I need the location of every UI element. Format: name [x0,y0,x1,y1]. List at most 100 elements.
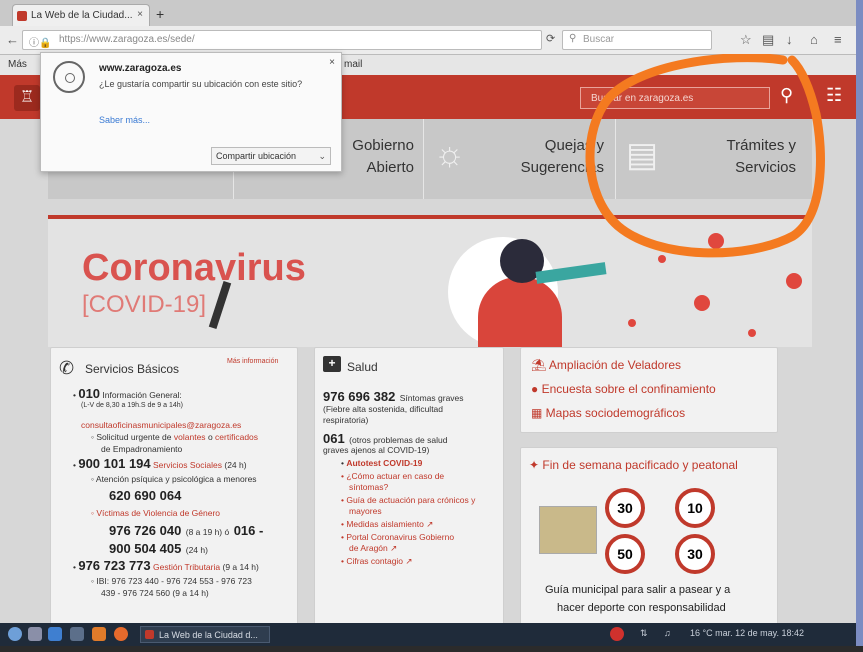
salud-item[interactable]: • Guía de actuación para crónicos y [341,495,475,506]
share-location-button[interactable]: Compartir ubicación ⌄ [211,147,331,165]
l4-num: 620 690 064 [109,488,182,503]
banner-subtitle: [COVID-19] [82,291,207,318]
site-search-placeholder: Buscar en zaragoza.es [591,93,694,104]
home-icon[interactable]: ⌂ [810,32,818,47]
email-link[interactable]: consultaoficinasmunicipales@zaragoza.es [81,420,241,431]
salud-item[interactable]: • Medidas aislamiento ↗ [341,519,433,530]
browser-tab[interactable]: La Web de la Ciudad... × [12,4,150,26]
servicios-basicos-title: Servicios Básicos [85,362,180,376]
tile-tramites-servicios[interactable]: ▤ Trámites y Servicios [616,119,812,199]
l7-text2: 439 - 976 724 560 (9 a 14 h) [101,588,209,598]
start-menu-icon[interactable] [8,627,22,641]
download-icon[interactable]: ↓ [786,32,793,47]
volantes-link[interactable]: volantes [174,432,206,442]
mas-informacion-link[interactable]: Más información [227,356,278,367]
link-encuesta[interactable]: ● Encuesta sobre el confinamiento [531,382,716,396]
window-favicon-icon [145,630,154,639]
virus-icon [694,295,710,311]
l5-num3: 900 504 405 [109,541,182,556]
tile-quejas-sugerencias[interactable]: ☼ Quejas y Sugerencias [424,119,616,199]
link-veladores[interactable]: ⛱ Ampliación de Veladores [531,358,681,372]
desktop-icon[interactable] [48,627,62,641]
l4: ◦ Atención psíquica y psicológica a meno… [91,474,257,484]
salud-title: Salud [347,360,378,374]
reload-icon[interactable]: ⟳ [546,32,555,45]
servicios-sociales-link[interactable]: Servicios Sociales [153,460,222,470]
woman-illustration [478,277,562,347]
link-mapas[interactable]: ▦ Mapas sociodemográficos [531,406,685,420]
virus-icon [786,273,802,289]
l2-mid: o [207,432,213,442]
l6: • 976 723 773 Gestión Tributaria (9 a 14… [73,558,259,573]
l2-pre: Solicitud urgente de [96,432,172,442]
url-bar[interactable]: ⓘ🔒 https://www.zaragoza.es/sede/ [22,30,542,50]
l7-text: IBI: 976 723 440 - 976 724 553 - 976 723 [96,576,252,586]
os-taskbar: La Web de la Ciudad d... ⇅ ♫ 16 °C mar. … [0,623,856,646]
gestion-tributaria-link[interactable]: Gestión Tributaria [153,562,220,572]
salud-item[interactable]: • Portal Coronavirus Gobierno [341,532,454,543]
fin-semana-title[interactable]: ✦ Fin de semana pacificado y peatonal [529,458,738,472]
bookmark-more[interactable]: Más [8,59,27,70]
bookmark-star-icon[interactable]: ☆ [740,32,752,48]
salud-item[interactable]: • Autotest COVID-19 [341,458,422,469]
clipboard-icon[interactable]: ▤ [762,32,774,48]
speed-sign-30b: 30 [675,534,715,574]
first-aid-icon: + [323,356,341,372]
salud-item-cont[interactable]: síntomas? [349,482,388,493]
l6-hours: (9 a 14 h) [222,562,259,572]
virus-icon [658,255,666,263]
tab-close-icon[interactable]: × [137,9,143,20]
phone-icon: ✆ [59,358,75,378]
clock-weather[interactable]: 16 °C mar. 12 de may. 18:42 [690,628,804,638]
chevron-down-icon[interactable]: ⌄ [318,151,326,162]
virus-icon [628,319,636,327]
l3-hours: (24 h) [224,460,247,470]
salud-num2-text2: graves ajenos al COVID-19) [323,445,430,455]
tile-quejas-line2: Sugerencias [520,159,604,176]
certificados-link[interactable]: certificados [215,432,258,442]
speed-sign-30: 30 [605,488,645,528]
salud-item-cont[interactable]: de Aragón ↗ [349,543,397,554]
firefox-icon[interactable] [114,627,128,641]
l1-num: 010 [78,386,101,401]
volume-icon[interactable]: ♫ [664,628,671,638]
monitor-bezel [0,646,863,652]
tile-quejas-line1: Quejas y [544,137,604,154]
site-menu-icon[interactable]: ☷ [826,85,842,106]
salud-num2-value: 061 [323,431,345,446]
document-hand-icon: ▤ [626,136,659,174]
fin-caption-2: hacer deporte con responsabilidad [557,602,726,614]
popup-question: ¿Le gustaría compartir su ubicación con … [99,79,303,89]
new-tab-button[interactable]: + [156,6,164,22]
salud-item[interactable]: • ¿Cómo actuar en caso de [341,471,444,482]
location-permission-popup: www.zaragoza.es ¿Le gustaría compartir s… [40,52,342,172]
browser-search-input[interactable]: ⚲ Buscar [562,30,712,50]
l2-post: de Empadronamiento [101,444,183,454]
browser-nav-bar: ← ⓘ🔒 https://www.zaragoza.es/sede/ ⟳ ⚲ B… [0,26,856,55]
l4-text: Atención psíquica y psicológica a menore… [95,474,257,484]
files-icon[interactable] [28,627,42,641]
site-logo-icon[interactable]: ♖ [14,85,40,111]
popup-close-icon[interactable]: × [329,57,335,68]
salud-item-cont[interactable]: mayores [349,506,382,517]
l1-text: Información General: [102,390,182,400]
terminal-icon[interactable] [70,627,84,641]
links-card: ⛱ Ampliación de Veladores ● Encuesta sob… [520,347,778,433]
bookmark-mail[interactable]: mail [344,59,362,70]
network-icon[interactable]: ⇅ [640,628,648,639]
servicios-basicos-card: ✆ Servicios Básicos Más información • 01… [50,347,298,625]
violencia-genero-link[interactable]: Víctimas de Violencia de Género [96,508,220,518]
alert-icon[interactable] [610,627,624,641]
coronavirus-banner[interactable]: Coronavirus [COVID-19] [48,215,812,347]
hamburger-menu-icon[interactable]: ≡ [834,32,842,47]
url-text: https://www.zaragoza.es/sede/ [59,34,195,45]
app-icon[interactable] [92,627,106,641]
back-arrow-icon[interactable]: ← [6,32,19,47]
taskbar-window-button[interactable]: La Web de la Ciudad d... [140,626,270,643]
salud-item[interactable]: • Cifras contagio ↗ [341,556,413,567]
monitor-screen: La Web de la Ciudad... × + ← ⓘ🔒 https://… [0,0,856,646]
learn-more-link[interactable]: Saber más... [99,115,150,125]
salud-num1-desc2: respiratoria) [323,415,369,425]
site-search-icon[interactable]: ⚲ [780,85,793,106]
site-search-input[interactable]: Buscar en zaragoza.es [580,87,770,109]
